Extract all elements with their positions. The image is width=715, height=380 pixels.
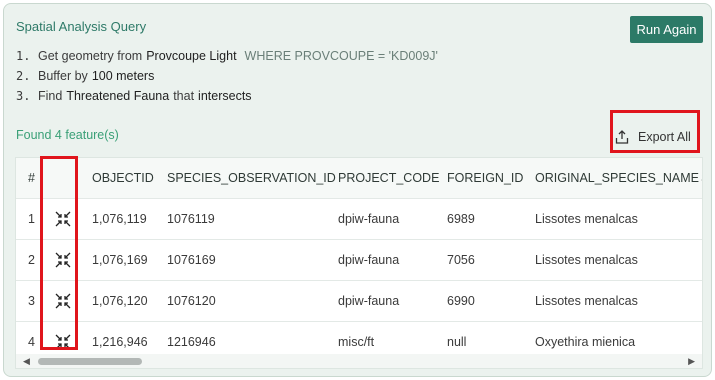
- zoom-glyph: [55, 252, 71, 268]
- cell-species-observation-id: 1076119: [167, 212, 215, 226]
- zoom-glyph: [55, 211, 71, 227]
- step-number: 3.: [16, 89, 31, 103]
- step-buffer-distance: 100 meters: [91, 69, 155, 83]
- cell-objectid: 1,216,946: [92, 335, 148, 349]
- step-where-clause: WHERE PROVCOUPE = 'KD009J': [244, 49, 438, 63]
- step-text: Buffer by: [38, 69, 88, 83]
- header-species-observation-id[interactable]: SPECIES_OBSERVATION_ID: [167, 171, 336, 185]
- results-table: # OBJECTID SPECIES_OBSERVATION_ID PROJEC…: [15, 157, 703, 369]
- row-number: 2: [28, 253, 35, 267]
- step-relation: intersects: [198, 89, 252, 103]
- panel-title: Spatial Analysis Query: [16, 19, 147, 34]
- zoom-glyph: [55, 293, 71, 309]
- cell-foreign-id: 7056: [447, 253, 475, 267]
- header-objectid[interactable]: OBJECTID: [92, 171, 154, 185]
- zoom-glyph: [55, 334, 71, 350]
- cell-project-code: dpiw-fauna: [338, 253, 400, 267]
- row-number: 3: [28, 294, 35, 308]
- step-target-layer: Threatened Fauna: [66, 89, 170, 103]
- cell-foreign-id: 6990: [447, 294, 475, 308]
- step-1: 1. Get geometry from Provcoupe Light WHE…: [16, 46, 438, 66]
- scrollbar-thumb[interactable]: [38, 358, 142, 365]
- cell-project-code: misc/ft: [338, 335, 375, 349]
- header-number: #: [28, 171, 35, 185]
- zoom-to-feature-icon[interactable]: [54, 292, 72, 310]
- zoom-to-feature-icon[interactable]: [54, 251, 72, 269]
- step-3: 3. Find Threatened Fauna that intersects: [16, 86, 438, 106]
- cell-original-species-name: Oxyethira mienica: [535, 335, 636, 349]
- header-foreign-id[interactable]: FOREIGN_ID: [447, 171, 523, 185]
- export-all-button[interactable]: Export All: [614, 122, 698, 152]
- header-next-column[interactable]: S: [701, 171, 702, 185]
- horizontal-scrollbar[interactable]: ◀ ▶: [16, 354, 702, 368]
- cell-foreign-id: 6989: [447, 212, 475, 226]
- cell-project-code: dpiw-fauna: [338, 294, 400, 308]
- cell-objectid: 1,076,119: [92, 212, 147, 226]
- step-2: 2. Buffer by 100 meters: [16, 66, 438, 86]
- cell-foreign-id: null: [447, 335, 467, 349]
- step-number: 1.: [16, 49, 31, 63]
- table-row: 3 1,076,120 1076120 dpiw-fauna 6990 Liss…: [16, 281, 702, 322]
- row-number: 1: [28, 212, 35, 226]
- cell-species-observation-id: 1076169: [167, 253, 216, 267]
- header-original-species-name[interactable]: ORIGINAL_SPECIES_NAME: [535, 171, 699, 185]
- cell-original-species-name: Lissotes menalcas: [535, 294, 638, 308]
- row-number: 4: [28, 335, 35, 349]
- cell-species-observation-id: 1216946: [167, 335, 216, 349]
- step-text: Find: [38, 89, 63, 103]
- zoom-to-feature-icon[interactable]: [54, 333, 72, 351]
- step-layer-name: Provcoupe Light: [146, 49, 237, 63]
- scroll-right-arrow-icon[interactable]: ▶: [688, 356, 695, 367]
- cell-objectid: 1,076,169: [92, 253, 148, 267]
- run-again-button[interactable]: Run Again: [630, 16, 703, 43]
- export-upload-icon: [615, 130, 629, 144]
- cell-original-species-name: Lissotes menalcas: [535, 253, 638, 267]
- step-text: Get geometry from: [38, 49, 143, 63]
- query-steps: 1. Get geometry from Provcoupe Light WHE…: [16, 46, 438, 106]
- zoom-to-feature-icon[interactable]: [54, 210, 72, 228]
- found-count: Found 4 feature(s): [16, 128, 119, 142]
- table-row: 1 1,076,119 1076119 dpiw-fauna 6989 Liss…: [16, 199, 702, 240]
- export-all-label: Export All: [638, 130, 691, 144]
- cell-original-species-name: Lissotes menalcas: [535, 212, 638, 226]
- header-project-code[interactable]: PROJECT_CODE: [338, 171, 439, 185]
- cell-objectid: 1,076,120: [92, 294, 148, 308]
- cell-species-observation-id: 1076120: [167, 294, 216, 308]
- step-text-that: that: [173, 89, 195, 103]
- cell-project-code: dpiw-fauna: [338, 212, 400, 226]
- scroll-left-arrow-icon[interactable]: ◀: [23, 356, 30, 367]
- table-row: 2 1,076,169 1076169 dpiw-fauna 7056 Liss…: [16, 240, 702, 281]
- spatial-analysis-panel: Spatial Analysis Query Run Again 1. Get …: [3, 3, 712, 377]
- table-header-row: # OBJECTID SPECIES_OBSERVATION_ID PROJEC…: [16, 158, 702, 199]
- step-number: 2.: [16, 69, 31, 83]
